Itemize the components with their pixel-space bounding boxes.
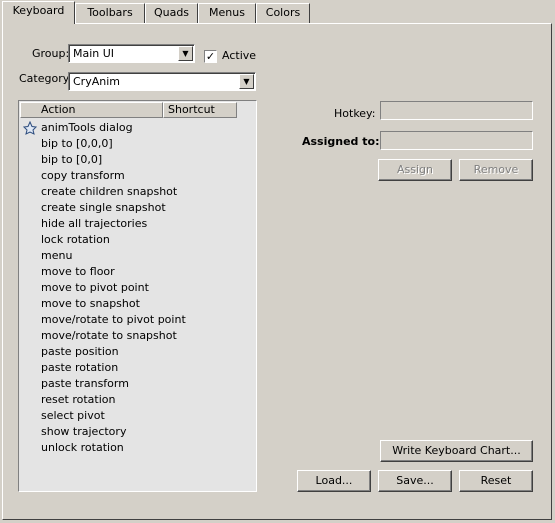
group-value: Main UI — [73, 47, 115, 60]
tab-menus[interactable]: Menus — [198, 3, 256, 23]
chevron-down-icon[interactable]: ▼ — [239, 74, 254, 89]
list-item[interactable]: move/rotate to snapshot — [41, 328, 177, 344]
tab-label: Quads — [153, 6, 190, 19]
remove-button[interactable]: Remove — [459, 159, 533, 181]
active-label: Active — [222, 49, 257, 62]
list-item[interactable]: move to pivot point — [41, 280, 149, 296]
load-button-label: Load... — [315, 474, 353, 487]
reset-button[interactable]: Reset — [459, 470, 533, 492]
column-header-action[interactable]: Action — [20, 102, 163, 118]
list-item-label: move to floor — [41, 265, 115, 278]
action-list[interactable]: Action Shortcut animTools dialog bip to … — [18, 100, 257, 492]
list-item[interactable]: lock rotation — [41, 232, 110, 248]
tab-keyboard[interactable]: Keyboard — [2, 1, 75, 24]
list-item[interactable]: show trajectory — [41, 424, 126, 440]
column-header-shortcut[interactable]: Shortcut — [163, 102, 237, 118]
list-item[interactable]: reset rotation — [41, 392, 116, 408]
list-item-label: lock rotation — [41, 233, 110, 246]
list-item[interactable]: move to snapshot — [41, 296, 140, 312]
list-item-label: move/rotate to snapshot — [41, 329, 177, 342]
list-item-label: unlock rotation — [41, 441, 124, 454]
tab-colors[interactable]: Colors — [256, 3, 310, 23]
list-item[interactable]: hide all trajectories — [41, 216, 147, 232]
list-item[interactable]: create single snapshot — [41, 200, 166, 216]
category-label: Category: — [19, 72, 73, 85]
assigned-to-label: Assigned to: — [302, 135, 380, 148]
group-dropdown[interactable]: Main UI ▼ — [68, 44, 195, 63]
load-button[interactable]: Load... — [297, 470, 371, 492]
active-checkbox[interactable]: ✓ — [204, 50, 217, 63]
chevron-down-icon[interactable]: ▼ — [178, 46, 193, 61]
category-value: CryAnim — [73, 75, 120, 88]
list-item[interactable]: unlock rotation — [41, 440, 124, 456]
save-button-label: Save... — [396, 474, 434, 487]
assign-button[interactable]: Assign — [378, 159, 452, 181]
list-item-label: paste transform — [41, 377, 129, 390]
group-label: Group: — [32, 47, 70, 60]
list-item[interactable]: animTools dialog — [41, 120, 133, 136]
category-dropdown[interactable]: CryAnim ▼ — [68, 72, 256, 91]
list-item-label: move to pivot point — [41, 281, 149, 294]
checkmark-icon: ✓ — [205, 50, 216, 63]
reset-button-label: Reset — [480, 474, 512, 487]
list-item[interactable]: move/rotate to pivot point — [41, 312, 186, 328]
list-item-label: menu — [41, 249, 73, 262]
tab-label: Keyboard — [12, 4, 65, 17]
tab-toolbars[interactable]: Toolbars — [75, 3, 145, 23]
assigned-to-field — [380, 131, 533, 150]
assign-button-label: Assign — [397, 163, 433, 176]
tab-label: Menus — [209, 6, 245, 19]
column-header-label: Shortcut — [168, 103, 215, 116]
list-item-label: select pivot — [41, 409, 105, 422]
tab-label: Colors — [265, 6, 301, 19]
list-item-label: create children snapshot — [41, 185, 178, 198]
write-keyboard-chart-button[interactable]: Write Keyboard Chart... — [380, 440, 533, 462]
write-keyboard-chart-label: Write Keyboard Chart... — [392, 444, 521, 457]
list-item[interactable]: copy transform — [41, 168, 125, 184]
list-item-label: copy transform — [41, 169, 125, 182]
list-item-label: reset rotation — [41, 393, 116, 406]
list-item-label: show trajectory — [41, 425, 127, 438]
list-item-label: move to snapshot — [41, 297, 140, 310]
list-item[interactable]: paste rotation — [41, 360, 118, 376]
remove-button-label: Remove — [473, 163, 519, 176]
list-item-label: hide all trajectories — [41, 217, 148, 230]
list-item[interactable]: paste position — [41, 344, 119, 360]
list-item-label: animTools dialog — [41, 121, 133, 134]
tab-quads[interactable]: Quads — [145, 3, 198, 23]
list-item[interactable]: bip to [0,0] — [41, 152, 102, 168]
save-button[interactable]: Save... — [378, 470, 452, 492]
hotkey-field[interactable] — [380, 101, 533, 120]
list-item-label: paste position — [41, 345, 119, 358]
list-item[interactable]: paste transform — [41, 376, 129, 392]
list-item[interactable]: select pivot — [41, 408, 105, 424]
tab-label: Toolbars — [87, 6, 133, 19]
column-header-label: Action — [41, 103, 76, 116]
list-item-label: bip to [0,0,0] — [41, 137, 113, 150]
list-item[interactable]: menu — [41, 248, 72, 264]
list-item[interactable]: bip to [0,0,0] — [41, 136, 113, 152]
pin-icon — [23, 121, 37, 135]
list-item-label: bip to [0,0] — [41, 153, 103, 166]
list-item[interactable]: create children snapshot — [41, 184, 177, 200]
hotkey-label: Hotkey: — [334, 107, 376, 120]
list-item-label: create single snapshot — [41, 201, 166, 214]
list-item[interactable]: move to floor — [41, 264, 115, 280]
list-item-label: move/rotate to pivot point — [41, 313, 186, 326]
list-item-label: paste rotation — [41, 361, 119, 374]
